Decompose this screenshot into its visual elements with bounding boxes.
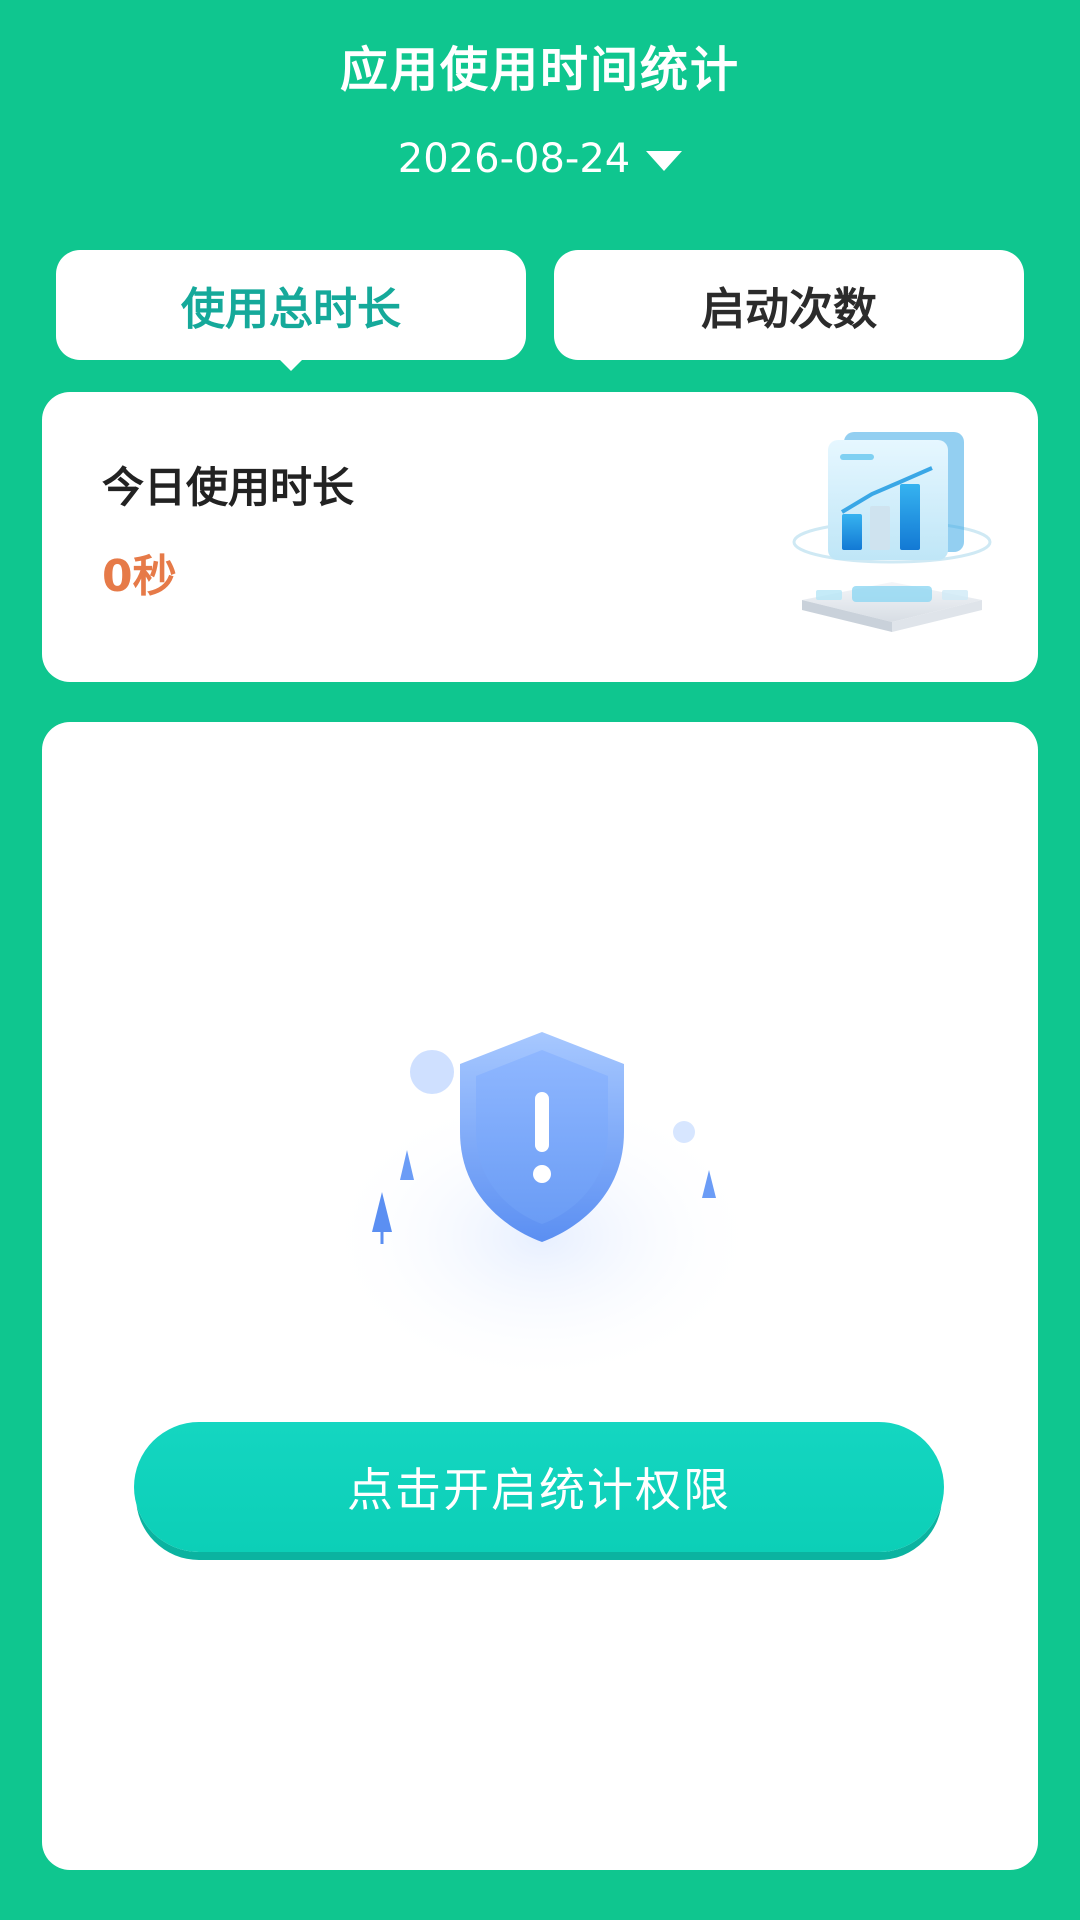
tab-launch-count[interactable]: 启动次数 (554, 250, 1024, 360)
permission-card: 点击开启统计权限 (42, 722, 1038, 1870)
page-title: 应用使用时间统计 (339, 42, 740, 98)
date-text: 2026-08-24 (397, 136, 631, 182)
tab-total-duration[interactable]: 使用总时长 (56, 250, 526, 360)
caret-down-icon (646, 151, 683, 171)
bar-chart-illustration-icon (792, 432, 992, 632)
shield-warning-icon (322, 1032, 762, 1402)
tab-total-duration-label: 使用总时长 (181, 284, 401, 335)
date-picker[interactable]: 2026-08-24 (0, 136, 1080, 182)
active-tab-pointer (275, 355, 307, 371)
tab-launch-count-label: 启动次数 (701, 284, 877, 335)
today-usage-label: 今日使用时长 (102, 463, 355, 512)
enable-permission-label: 点击开启统计权限 (347, 1463, 731, 1517)
today-usage-card: 今日使用时长 0秒 (42, 392, 1038, 682)
enable-permission-button[interactable]: 点击开启统计权限 (134, 1422, 944, 1552)
today-usage-value: 0秒 (102, 551, 177, 602)
